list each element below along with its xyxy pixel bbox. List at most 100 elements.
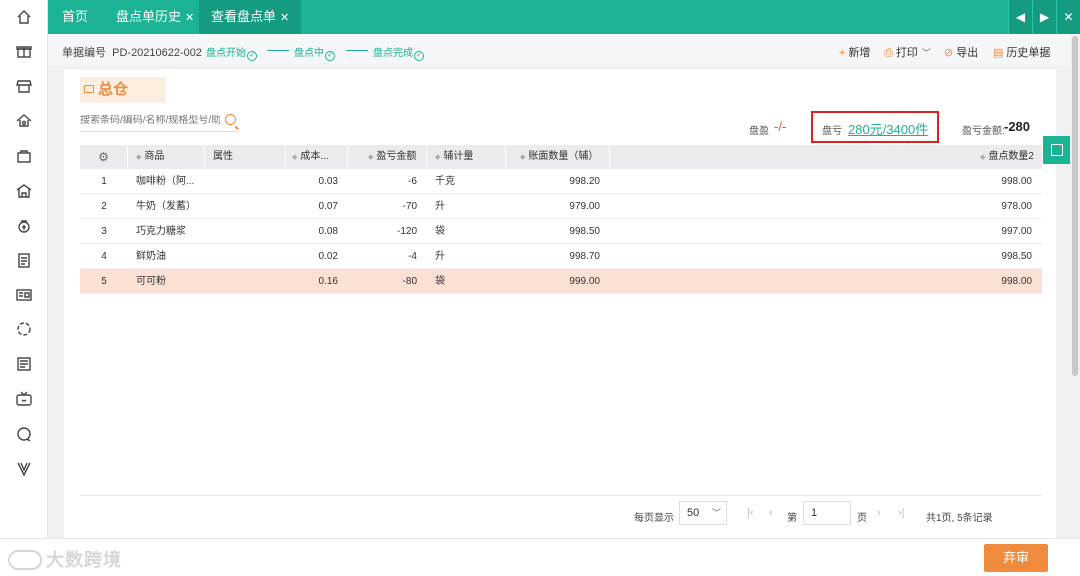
aux-unit-cell: 千克: [435, 176, 455, 187]
history-documents-button[interactable]: ▤ 历史单据: [993, 44, 1050, 60]
abandon-review-button[interactable]: 弃审: [984, 544, 1048, 572]
table-row[interactable]: 2 牛奶（发蓄） 0.07 -70 升 979.00 978.00: [80, 194, 1042, 219]
last-page-icon[interactable]: ›|: [898, 507, 905, 519]
clipboard-icon[interactable]: [15, 251, 33, 269]
home-icon[interactable]: [15, 8, 33, 26]
scrollbar-thumb[interactable]: [1072, 36, 1078, 376]
bag-icon[interactable]: [15, 147, 33, 165]
doc-no-label: 单据编号: [62, 47, 106, 59]
column-header-cost[interactable]: ◆ 成本...: [286, 145, 348, 169]
row-number: 5: [101, 276, 107, 287]
warehouse-icon[interactable]: [15, 112, 33, 130]
v-logo-icon[interactable]: [15, 460, 33, 478]
fullscreen-button[interactable]: [1043, 136, 1071, 164]
cost-cell: 0.02: [318, 251, 338, 262]
row-number: 3: [101, 226, 107, 237]
book-qty-cell: 999.00: [569, 276, 600, 287]
print-button[interactable]: ⎙ 打印 ﹀: [884, 44, 931, 60]
scroll-tabs-right-button[interactable]: ▶: [1032, 0, 1056, 34]
header-label: 盘点数量2: [988, 151, 1034, 162]
search-input[interactable]: [80, 115, 220, 126]
tab-bar: 首页 盘点单历史 ✕ 查看盘点单 ✕ ◀ ▶ ✕: [48, 0, 1080, 34]
refresh-circle-icon[interactable]: [15, 320, 33, 338]
close-icon[interactable]: ✕: [185, 12, 194, 24]
per-page-select[interactable]: 50 ﹀: [679, 501, 727, 525]
column-header-aux-unit[interactable]: ◆ 辅计量: [427, 145, 506, 169]
first-page-icon[interactable]: |‹: [747, 507, 754, 519]
expand-icon: [1051, 144, 1063, 156]
pl-amount-cell: -80: [402, 276, 417, 287]
sort-icon: ◆: [980, 154, 986, 161]
next-page-icon[interactable]: ›: [877, 507, 881, 519]
table-row[interactable]: 4 鲜奶油 0.02 -4 升 998.70 998.50: [80, 244, 1042, 269]
tab-history[interactable]: 盘点单历史 ✕: [104, 0, 206, 34]
plus-icon: +: [839, 47, 846, 59]
product-cell: 咖啡粉（阿...: [136, 176, 195, 187]
id-card-icon[interactable]: [15, 286, 33, 304]
column-header-product[interactable]: ◆ 商品: [128, 145, 205, 169]
page-input[interactable]: 1: [803, 501, 851, 525]
column-header-pl-amount[interactable]: ◆ 盈亏金额: [348, 145, 427, 169]
tv-icon[interactable]: [15, 390, 33, 408]
cost-cell: 0.07: [318, 201, 338, 212]
step-start-label: 盘点开始: [206, 48, 246, 59]
news-icon[interactable]: [15, 355, 33, 373]
pager-divider: [80, 495, 1042, 496]
row-number: 2: [101, 201, 107, 212]
doc-no-value: PD-20210622-002: [112, 47, 203, 59]
header-label: 盈亏金额: [376, 151, 417, 162]
tab-home[interactable]: 首页: [50, 0, 100, 34]
column-header-count-qty[interactable]: ◆ 盘点数量2: [610, 145, 1042, 169]
vertical-scrollbar[interactable]: [1070, 34, 1080, 538]
document-number: 单据编号 PD-20210622-002: [62, 44, 202, 60]
count-table: ⚙ ◆ 商品 属性 ◆ 成本... ◆ 盈亏金额 ◆ 辅计量 ◆ 账面数量（辅） ◆ 盘点数…: [80, 145, 1042, 294]
count-qty-cell: 998.00: [1001, 276, 1032, 287]
column-header-book-qty[interactable]: ◆ 账面数量（辅）: [506, 145, 610, 169]
export-label: 导出: [956, 47, 979, 59]
step-connector: [267, 50, 289, 51]
column-settings-button[interactable]: ⚙: [80, 145, 128, 169]
page-value: 1: [811, 507, 818, 519]
table-row[interactable]: 1 咖啡粉（阿... 0.03 -6 千克 998.20 998.00: [80, 169, 1042, 194]
check-icon: ✓: [247, 51, 257, 61]
house-icon[interactable]: [15, 182, 33, 200]
store-icon[interactable]: [15, 77, 33, 95]
print-label: 打印: [895, 47, 918, 59]
chevron-down-icon: ﹀: [711, 508, 721, 518]
pl-amount-cell: -6: [408, 176, 417, 187]
add-button[interactable]: + 新增: [839, 44, 870, 60]
pl-amount-cell: -120: [396, 226, 417, 237]
sort-icon: ◆: [435, 154, 441, 161]
header-label: 辅计量: [443, 151, 474, 162]
main-content: 总仓 盘盈 -/- 盘亏 280元/3400件 盈亏金额: -280 ⚙ ◆商品…: [64, 69, 1056, 539]
book-qty-cell: 998.20: [569, 176, 600, 187]
table-row-selected[interactable]: 5 可可粉 0.16 -80 袋 999.00 998.00: [80, 269, 1042, 294]
watermark-logo: 大数跨境: [8, 546, 122, 572]
money-bag-icon[interactable]: [15, 217, 33, 235]
left-sidebar: [0, 0, 48, 576]
aux-unit-cell: 升: [435, 251, 445, 262]
bottom-action-bar: 大数跨境 弃审: [0, 538, 1080, 576]
column-header-attr[interactable]: 属性: [205, 145, 286, 169]
search-icon[interactable]: [225, 114, 236, 125]
gift-icon[interactable]: [15, 42, 33, 60]
close-icon[interactable]: ✕: [280, 12, 289, 24]
page-prefix: 第: [787, 513, 797, 524]
check-icon: ✓: [325, 51, 335, 61]
table-row[interactable]: 3 巧克力糖浆 0.08 -120 袋 998.50 997.00: [80, 219, 1042, 244]
count-qty-cell: 997.00: [1001, 226, 1032, 237]
header-label: 账面数量（辅）: [528, 151, 599, 162]
step-complete-label: 盘点完成: [373, 48, 413, 59]
tab-view-count-sheet[interactable]: 查看盘点单 ✕: [199, 0, 302, 34]
export-button[interactable]: ⊘ 导出: [944, 44, 978, 60]
pager-summary: 共1页, 5条记录: [926, 513, 993, 524]
step-start: 盘点开始 ✓: [206, 44, 257, 61]
close-all-tabs-button[interactable]: ✕: [1056, 0, 1080, 34]
aux-unit-cell: 袋: [435, 226, 445, 237]
loss-value-link[interactable]: 280元/3400件: [848, 119, 928, 138]
amount-label: 盈亏金额:: [962, 126, 1005, 137]
scroll-tabs-left-button[interactable]: ◀: [1008, 0, 1032, 34]
prev-page-icon[interactable]: ‹: [769, 507, 773, 519]
chat-icon[interactable]: [15, 425, 33, 443]
abandon-label: 弃审: [1002, 550, 1029, 565]
